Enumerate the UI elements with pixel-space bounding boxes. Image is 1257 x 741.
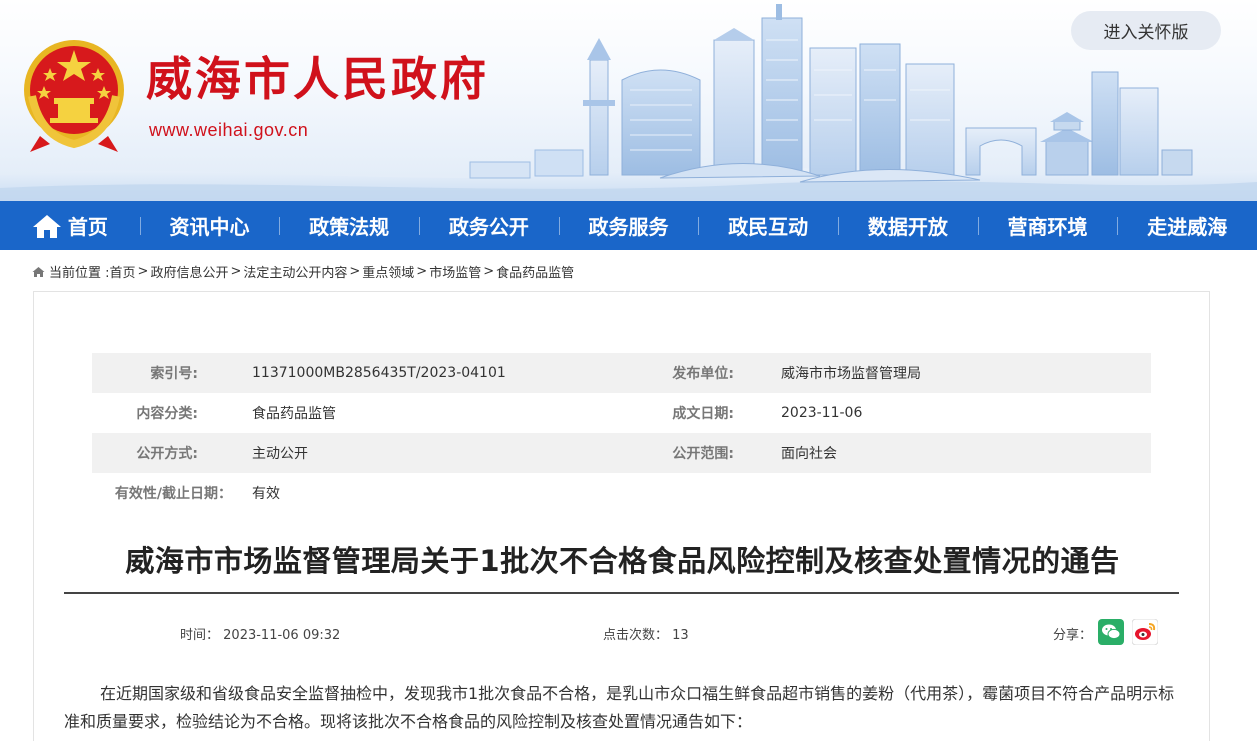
document-meta-table: 索引号: 11371000MB2856435T/2023-04101 发布单位:…	[92, 353, 1151, 513]
method-label: 公开方式:	[136, 446, 198, 462]
nav-item-news[interactable]: 资讯中心	[139, 201, 280, 250]
nav-item-label: 政务公开	[448, 215, 529, 239]
weibo-icon[interactable]	[1132, 619, 1158, 645]
time-value: 2023-11-06 09:32	[223, 628, 341, 643]
site-url: www.weihai.gov.cn	[149, 120, 309, 140]
breadcrumb-separator: >	[230, 264, 242, 279]
breadcrumb-link[interactable]: 食品药品监管	[496, 262, 574, 281]
breadcrumb-link[interactable]: 重点领域	[362, 262, 414, 281]
nav-item-open-gov[interactable]: 政务公开	[419, 201, 559, 250]
publisher-label: 发布单位:	[672, 366, 734, 382]
category-label: 内容分类:	[136, 406, 198, 422]
publish-time: 时间： 2023-11-06 09:32	[180, 624, 340, 643]
meta-row: 内容分类: 食品药品监管 成文日期: 2023-11-06	[92, 393, 1151, 433]
breadcrumb-link[interactable]: 政府信息公开	[150, 262, 228, 281]
nav-item-open-data[interactable]: 数据开放	[838, 201, 978, 250]
nav-item-label: 营商环境	[1007, 215, 1088, 239]
meta-row: 索引号: 11371000MB2856435T/2023-04101 发布单位:…	[92, 353, 1151, 393]
nav-item-label: 首页	[67, 215, 108, 239]
publisher-value: 威海市市场监督管理局	[781, 366, 921, 382]
title-divider	[64, 592, 1179, 594]
nav-item-policy[interactable]: 政策法规	[279, 201, 419, 250]
scope-value: 面向社会	[781, 446, 837, 462]
breadcrumb-separator: >	[349, 264, 361, 279]
nav-item-services[interactable]: 政务服务	[558, 201, 699, 250]
article-paragraph: 在近期国家级和省级食品安全监督抽检中，发现我市1批次食品不合格，是乳山市众口福生…	[64, 684, 1175, 731]
breadcrumb-separator: >	[416, 264, 428, 279]
click-count: 点击次数： 13	[603, 624, 689, 643]
nav-item-label: 政策法规	[309, 215, 390, 239]
share-icons	[1098, 619, 1158, 645]
main-nav: 首页 资讯中心 政策法规 政务公开 政务服务 政民互动 数据开放 营商环境 走进…	[0, 201, 1257, 250]
site-title: 威海市人民政府	[146, 52, 489, 106]
breadcrumb-separator: >	[137, 264, 149, 279]
breadcrumb-prefix: 当前位置 :	[49, 266, 110, 281]
index-label: 索引号:	[150, 366, 198, 382]
site-header: 威海市人民政府 www.weihai.gov.cn 进入关怀版	[0, 0, 1257, 201]
time-label: 时间：	[180, 628, 220, 643]
breadcrumb-separator: >	[483, 264, 495, 279]
article-title: 威海市市场监督管理局关于1批次不合格食品风险控制及核查处置情况的通告	[125, 544, 1120, 578]
nav-item-label: 政民互动	[728, 215, 809, 239]
date-value: 2023-11-06	[781, 405, 863, 421]
nav-item-label: 数据开放	[867, 215, 948, 239]
share-label: 分享：	[1053, 628, 1093, 643]
nav-item-label: 走进威海	[1147, 215, 1228, 239]
breadcrumb-link[interactable]: 法定主动公开内容	[243, 262, 347, 281]
meta-row: 有效性/截止日期： 有效	[92, 473, 1151, 513]
validity-value: 有效	[252, 486, 280, 502]
breadcrumb-link[interactable]: 首页	[110, 262, 136, 281]
nav-item-about[interactable]: 走进威海	[1117, 201, 1257, 250]
breadcrumb-link[interactable]: 市场监管	[429, 262, 481, 281]
date-label: 成文日期:	[672, 406, 734, 422]
care-mode-button[interactable]: 进入关怀版	[1071, 11, 1221, 50]
method-value: 主动公开	[252, 446, 308, 462]
wechat-icon[interactable]	[1098, 619, 1124, 645]
validity-label: 有效性/截止日期：	[114, 486, 232, 502]
index-value: 11371000MB2856435T/2023-04101	[252, 365, 506, 381]
scope-label: 公开范围:	[672, 446, 734, 462]
nav-item-label: 政务服务	[588, 215, 669, 239]
home-icon	[32, 266, 45, 277]
meta-row: 公开方式: 主动公开 公开范围: 面向社会	[92, 433, 1151, 473]
nav-item-label: 资讯中心	[169, 215, 250, 239]
article-container: 索引号: 11371000MB2856435T/2023-04101 发布单位:…	[33, 291, 1210, 741]
home-icon	[32, 214, 61, 238]
national-emblem-logo	[24, 40, 124, 152]
nav-item-interaction[interactable]: 政民互动	[698, 201, 838, 250]
nav-item-home[interactable]: 首页	[0, 201, 140, 250]
breadcrumb: 当前位置 : 首页 > 政府信息公开 > 法定主动公开内容 > 重点领域 > 市场监管 >…	[32, 262, 574, 281]
clicks-value: 13	[672, 628, 689, 643]
category-value: 食品药品监管	[252, 406, 336, 422]
nav-item-business[interactable]: 营商环境	[977, 201, 1118, 250]
clicks-label: 点击次数：	[603, 628, 669, 643]
